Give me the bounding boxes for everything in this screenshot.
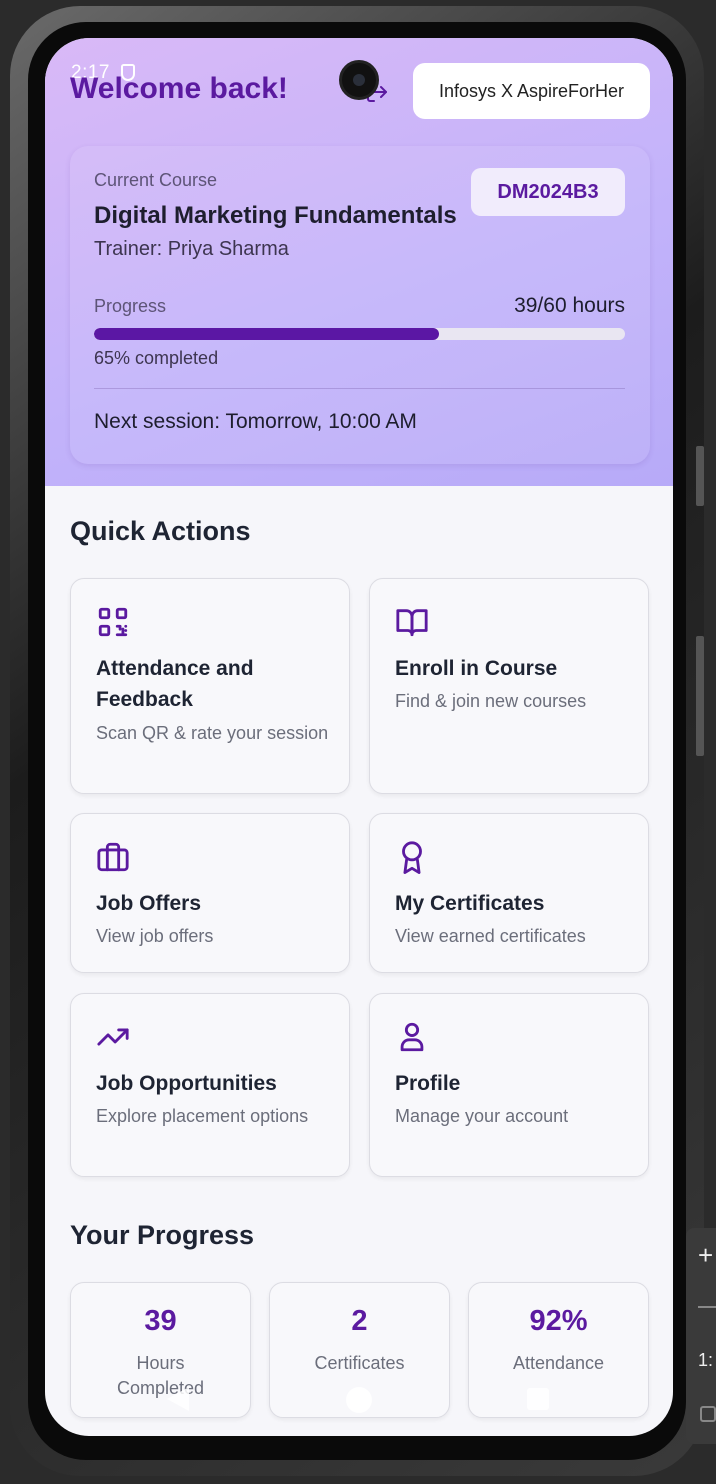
app-screen: 2:17 Welcome back! Infosys X AspireForHe… bbox=[45, 38, 673, 1436]
plus-icon[interactable]: + bbox=[698, 1240, 713, 1271]
course-title: Digital Marketing Fundamentals bbox=[94, 202, 457, 229]
progress-percent: 65% completed bbox=[94, 348, 219, 368]
action-card-certificates[interactable]: My Certificates View earned certificates bbox=[369, 813, 649, 973]
action-card-profile[interactable]: Profile Manage your account bbox=[369, 993, 649, 1177]
action-description: View job offers bbox=[96, 926, 214, 946]
stat-label: Hours Completed bbox=[116, 1353, 205, 1398]
award-icon bbox=[402, 841, 422, 874]
action-title: My Certificates bbox=[395, 892, 545, 915]
square-icon[interactable] bbox=[700, 1406, 716, 1422]
next-session: Next session: Tomorrow, 10:00 AM bbox=[94, 410, 417, 433]
nav-home-icon[interactable] bbox=[346, 1387, 372, 1413]
stat-label: Attendance bbox=[512, 1353, 605, 1373]
your-progress-title: Your Progress bbox=[70, 1220, 255, 1250]
quick-actions-title: Quick Actions bbox=[70, 516, 251, 546]
action-card-attendance[interactable]: Attendance and Feedback Scan QR & rate y… bbox=[70, 578, 350, 794]
nav-recents-icon[interactable] bbox=[527, 1388, 549, 1410]
divider bbox=[94, 388, 625, 389]
course-trainer: Trainer: Priya Sharma bbox=[94, 238, 289, 260]
action-card-job-opportunities[interactable]: Job Opportunities Explore placement opti… bbox=[70, 993, 350, 1177]
stat-label: Certificates bbox=[314, 1353, 405, 1373]
current-course-card[interactable]: Current Course DM2024B3 Digital Marketin… bbox=[70, 146, 650, 464]
action-description: View earned certificates bbox=[395, 926, 586, 946]
stat-value: 2 bbox=[351, 1305, 368, 1337]
action-description: Explore placement options bbox=[96, 1106, 309, 1126]
progress-hours: 39/60 hours bbox=[514, 294, 625, 317]
action-title: Profile bbox=[395, 1072, 461, 1095]
stat-card-attendance: 92% Attendance bbox=[468, 1282, 649, 1418]
action-title: Job Opportunities bbox=[96, 1072, 277, 1095]
qr-code-icon bbox=[98, 607, 128, 637]
briefcase-icon bbox=[97, 842, 129, 872]
header: 2:17 Welcome back! Infosys X AspireForHe… bbox=[45, 38, 673, 486]
progress-bar bbox=[94, 328, 625, 340]
panel-index-icon: 1: bbox=[698, 1350, 714, 1370]
action-card-job-offers[interactable]: Job Offers View job offers bbox=[70, 813, 350, 973]
action-card-enroll[interactable]: Enroll in Course Find & join new courses bbox=[369, 578, 649, 794]
stat-value: 39 bbox=[144, 1305, 177, 1337]
action-description: Scan QR & rate your session bbox=[96, 723, 329, 743]
page-title: Welcome back! bbox=[70, 72, 288, 105]
stat-card-hours: 39 Hours Completed bbox=[70, 1282, 251, 1418]
book-open-icon bbox=[396, 609, 428, 637]
user-icon bbox=[400, 1022, 424, 1052]
action-title: Attendance and Feedback bbox=[96, 657, 254, 711]
progress-bar-fill bbox=[94, 328, 440, 340]
divider bbox=[698, 1306, 716, 1308]
power-button bbox=[696, 636, 704, 756]
progress-label: Progress bbox=[94, 296, 167, 316]
volume-button bbox=[696, 446, 704, 506]
action-description: Manage your account bbox=[395, 1106, 569, 1126]
front-camera bbox=[339, 60, 379, 100]
course-code-badge: DM2024B3 bbox=[471, 168, 625, 216]
org-badge: Infosys X AspireForHer bbox=[413, 63, 650, 119]
action-title: Enroll in Course bbox=[395, 657, 558, 680]
course-label: Current Course bbox=[94, 170, 218, 190]
action-title: Job Offers bbox=[96, 892, 202, 915]
action-description: Find & join new courses bbox=[395, 691, 587, 711]
trending-up-icon bbox=[97, 1028, 129, 1046]
stat-value: 92% bbox=[529, 1305, 588, 1337]
emulator-side-panel: + 1: bbox=[686, 1228, 716, 1444]
